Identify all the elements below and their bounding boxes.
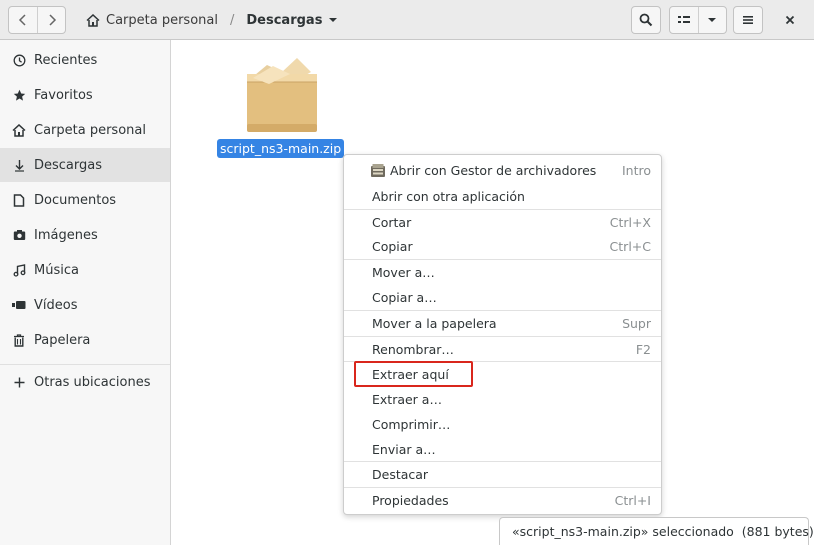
menu-item-label: Copiar a…	[372, 290, 437, 305]
sidebar-item-label: Descargas	[34, 157, 103, 173]
search-button[interactable]	[631, 6, 661, 34]
sidebar-item-label: Favoritos	[34, 87, 93, 103]
menu-item-label: Mover a la papelera	[372, 316, 497, 331]
header-bar: Carpeta personal / Descargas	[0, 0, 814, 40]
breadcrumb-separator: /	[229, 12, 235, 28]
hamburger-icon	[743, 16, 753, 24]
sidebar-item-label: Carpeta personal	[34, 122, 146, 138]
menu-item-enviar-a[interactable]: Enviar a…	[344, 437, 661, 462]
menu-item-label: Cortar	[372, 215, 412, 230]
menu-item-label: Destacar	[372, 467, 429, 482]
video-icon	[12, 298, 26, 312]
menu-item-mover-a[interactable]: Mover a…	[344, 260, 661, 285]
music-icon	[12, 263, 26, 277]
sidebar-item-musica[interactable]: Música	[0, 253, 170, 287]
chevron-down-icon	[329, 18, 338, 22]
menu-item-label: Abrir con otra aplicación	[372, 189, 525, 204]
menu-item-accel: Ctrl+X	[609, 215, 651, 230]
menu-item-label: Comprimir…	[372, 417, 451, 432]
context-menu: Abrir con Gestor de archivadores Intro A…	[343, 154, 662, 515]
menu-item-cortar[interactable]: Cortar Ctrl+X	[344, 210, 661, 235]
menu-button[interactable]	[733, 6, 763, 34]
sidebar-item-label: Otras ubicaciones	[34, 374, 151, 390]
chevron-down-icon	[708, 18, 717, 22]
sidebar-item-documentos[interactable]: Documentos	[0, 183, 170, 217]
path-bar: Carpeta personal / Descargas	[86, 10, 338, 30]
sidebar-item-label: Música	[34, 262, 79, 278]
file-name-label[interactable]: script_ns3-main.zip	[217, 139, 345, 158]
sidebar-item-label: Documentos	[34, 192, 117, 208]
breadcrumb-home[interactable]: Carpeta personal	[86, 13, 218, 28]
chevron-right-icon	[48, 14, 56, 26]
navigation-buttons	[8, 6, 66, 34]
menu-item-extraer-a[interactable]: Extraer a…	[344, 387, 661, 412]
sidebar-item-label: Recientes	[34, 52, 98, 68]
menu-item-accel: Intro	[621, 163, 651, 178]
chevron-left-icon	[18, 14, 26, 26]
sidebar-item-label: Papelera	[34, 332, 91, 348]
star-icon	[12, 88, 26, 102]
sidebar-item-favoritos[interactable]: Favoritos	[0, 78, 170, 112]
menu-item-label: Extraer aquí	[372, 367, 449, 382]
breadcrumb-home-label: Carpeta personal	[106, 12, 218, 28]
sidebar-item-label: Imágenes	[34, 227, 98, 243]
clock-icon	[12, 53, 26, 67]
view-options-button[interactable]	[697, 7, 726, 33]
view-switcher	[669, 6, 727, 34]
menu-item-label: Abrir con Gestor de archivadores	[390, 163, 597, 178]
close-icon	[785, 15, 795, 25]
menu-item-label: Copiar	[372, 239, 413, 254]
menu-item-abrir-gestor[interactable]: Abrir con Gestor de archivadores Intro	[344, 158, 661, 183]
sidebar-item-imagenes[interactable]: Imágenes	[0, 218, 170, 252]
menu-item-accel: Supr	[622, 316, 651, 331]
trash-icon	[12, 333, 26, 347]
menu-item-renombrar[interactable]: Renombrar… F2	[344, 337, 661, 362]
status-overlay: «script_ns3-main.zip» seleccionado (881 …	[499, 517, 814, 545]
home-icon	[12, 123, 26, 137]
menu-item-accel: Ctrl+C	[609, 239, 651, 254]
menu-item-label: Extraer a…	[372, 392, 442, 407]
forward-button[interactable]	[37, 7, 65, 33]
archive-icon[interactable]	[245, 50, 319, 134]
menu-item-copiar[interactable]: Copiar Ctrl+C	[344, 234, 661, 259]
menu-item-label: Propiedades	[372, 493, 449, 508]
breadcrumb-current-label: Descargas	[246, 12, 323, 28]
menu-item-accel: Ctrl+I	[614, 493, 651, 508]
sidebar-item-label: Vídeos	[34, 297, 78, 313]
status-text: «script_ns3-main.zip» seleccionado (881 …	[512, 524, 814, 539]
menu-item-abrir-otra[interactable]: Abrir con otra aplicación	[344, 184, 661, 209]
close-button[interactable]	[779, 10, 801, 30]
menu-item-extraer-aqui[interactable]: Extraer aquí	[344, 362, 661, 387]
menu-item-propiedades[interactable]: Propiedades Ctrl+I	[344, 488, 661, 513]
menu-item-label: Renombrar…	[372, 342, 454, 357]
search-icon	[639, 13, 653, 27]
sidebar-item-otras-ubicaciones[interactable]: Otras ubicaciones	[0, 365, 170, 399]
sidebar-item-recientes[interactable]: Recientes	[0, 43, 170, 77]
sidebar-item-papelera[interactable]: Papelera	[0, 323, 170, 357]
archive-manager-icon	[371, 163, 385, 177]
sidebar-item-carpeta-personal[interactable]: Carpeta personal	[0, 113, 170, 147]
menu-item-copiar-a[interactable]: Copiar a…	[344, 285, 661, 310]
home-icon	[86, 13, 100, 27]
sidebar-item-descargas[interactable]: Descargas	[0, 148, 170, 182]
sidebar-item-videos[interactable]: Vídeos	[0, 288, 170, 322]
menu-item-label: Enviar a…	[372, 442, 436, 457]
menu-item-destacar[interactable]: Destacar	[344, 462, 661, 487]
menu-item-mover-papelera[interactable]: Mover a la papelera Supr	[344, 311, 661, 336]
menu-item-comprimir[interactable]: Comprimir…	[344, 412, 661, 437]
list-view-icon	[677, 16, 690, 23]
camera-icon	[12, 228, 26, 242]
menu-item-accel: F2	[635, 342, 651, 357]
menu-item-label: Mover a…	[372, 265, 435, 280]
back-button[interactable]	[9, 7, 37, 33]
plus-icon	[12, 375, 26, 389]
breadcrumb-current[interactable]: Descargas	[246, 13, 338, 28]
download-icon	[12, 158, 26, 172]
document-icon	[12, 193, 26, 207]
list-view-button[interactable]	[670, 7, 698, 33]
sidebar: Recientes Favoritos Carpeta personal Des…	[0, 40, 171, 545]
